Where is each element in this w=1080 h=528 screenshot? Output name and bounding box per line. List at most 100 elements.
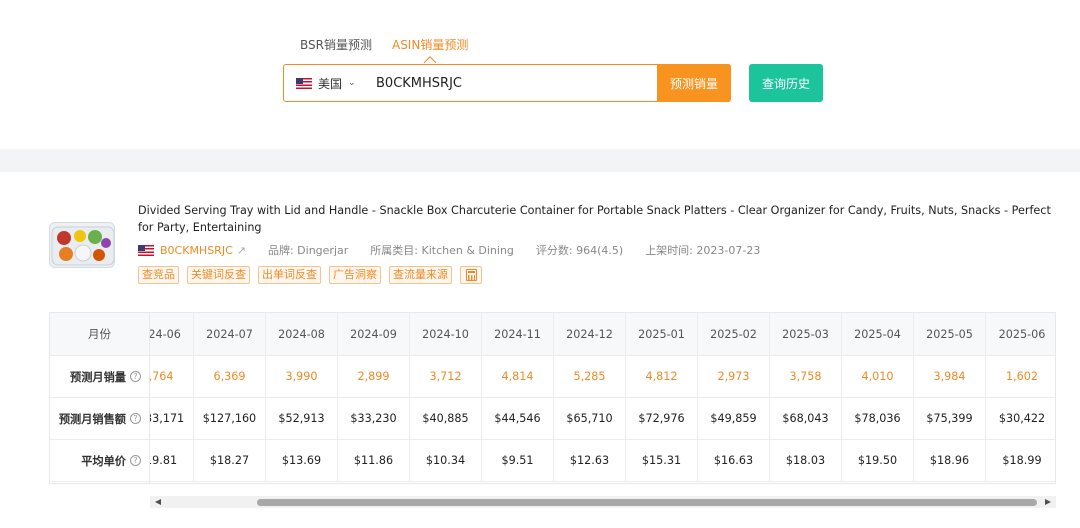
calculator-button[interactable] [460,266,482,284]
query-history-button[interactable]: 查询历史 [749,64,823,102]
month-cell: 2025-03 [770,313,841,356]
month-column: 2024-08 3,990 $52,913 $13.69 [266,313,338,482]
forecast-table: 月份 预测月销量? 预测月销售额? 平均单价? 2024-068,764$133… [49,312,1056,484]
scrollbar-thumb[interactable] [257,499,1037,506]
volume-cell: 5,285 [554,356,625,398]
help-icon[interactable]: ? [130,455,141,466]
revenue-cell: $44,546 [482,398,553,440]
volume-cell: 4,010 [842,356,913,398]
revenue-cell: $72,976 [626,398,697,440]
volume-cell: 6,369 [194,356,265,398]
month-cell: 2024-09 [338,313,409,356]
price-cell: $18.03 [770,440,841,482]
month-column: 2025-02 2,973 $49,859 $16.63 [698,313,770,482]
price-cell: $19.81 [150,440,193,482]
action-tags: 查竞品 关键词反查 出单词反查 广告洞察 查流量来源 [138,266,482,284]
predict-sales-button[interactable]: 预测销量 [657,64,731,102]
volume-cell: 4,812 [626,356,697,398]
revenue-cell: $30,422 [986,398,1055,440]
revenue-cell: $127,160 [194,398,265,440]
external-link-icon[interactable]: ↗ [237,244,246,257]
price-cell: $11.86 [338,440,409,482]
month-column: 2024-07 6,369 $127,160 $18.27 [194,313,266,482]
month-column: 2024-09 2,899 $33,230 $11.86 [338,313,410,482]
price-cell: $19.50 [842,440,913,482]
month-cell: 2025-04 [842,313,913,356]
scroll-left-icon[interactable] [155,499,161,505]
price-cell: $18.27 [194,440,265,482]
volume-cell: 8,764 [150,356,193,398]
month-cell: 2024-10 [410,313,481,356]
tag-competitors[interactable]: 查竞品 [138,266,179,284]
month-cell: 2024-12 [554,313,625,356]
asin-input[interactable] [376,75,656,91]
month-cell: 2024-11 [482,313,553,356]
table-columns: 2024-068,764$133,171$19.812024-076,369$1… [150,313,1055,482]
price-cell: $13.69 [266,440,337,482]
month-cell: 2024-08 [266,313,337,356]
horizontal-scrollbar[interactable] [150,496,1056,508]
price-cell: $16.63 [698,440,769,482]
tab-asin-forecast[interactable]: ASIN销量预测 [392,36,468,53]
row-label-revenue: 预测月销售额? [50,398,149,440]
volume-cell: 3,758 [770,356,841,398]
month-cell: 2025-06 [986,313,1055,356]
price-cell: $10.34 [410,440,481,482]
section-divider [0,149,1080,172]
revenue-cell: $65,710 [554,398,625,440]
month-column: 2025-05 3,984 $75,399 $18.96 [914,313,986,482]
month-column: 2025-01 4,812 $72,976 $15.31 [626,313,698,482]
price-cell: $15.31 [626,440,697,482]
revenue-cell: $75,399 [914,398,985,440]
listed-date-label: 上架时间: 2023-07-23 [645,244,761,257]
country-label: 美国 [318,76,343,91]
scroll-right-icon[interactable] [1045,499,1051,505]
volume-cell: 1,602 [986,356,1055,398]
rating-label: 评分数: 964(4.5) [535,244,624,257]
mode-tabs: BSR销量预测 ASIN销量预测 [300,36,468,53]
revenue-cell: $52,913 [266,398,337,440]
category-label: 所属类目: Kitchen & Dining [370,244,514,257]
row-header-column: 月份 预测月销量? 预测月销售额? 平均单价? [50,313,150,483]
help-icon[interactable]: ? [130,371,141,382]
revenue-cell: $78,036 [842,398,913,440]
revenue-cell: $33,230 [338,398,409,440]
month-cell: 2025-05 [914,313,985,356]
revenue-cell: $49,859 [698,398,769,440]
tag-traffic-source[interactable]: 查流量来源 [389,266,452,284]
price-cell: $18.99 [986,440,1055,482]
row-label-volume: 预测月销量? [50,356,149,398]
asin-link[interactable]: B0CKMHSRJC [160,244,233,257]
month-column: 2024-068,764$133,171$19.81 [150,313,194,482]
volume-cell: 3,990 [266,356,337,398]
product-meta: B0CKMHSRJC ↗ 品牌: Dingerjar 所属类目: Kitchen… [138,242,760,258]
tab-bsr-forecast[interactable]: BSR销量预测 [300,36,372,53]
volume-cell: 3,984 [914,356,985,398]
product-title[interactable]: Divided Serving Tray with Lid and Handle… [138,202,1058,236]
help-icon[interactable]: ? [130,413,141,424]
price-cell: $12.63 [554,440,625,482]
revenue-cell: $68,043 [770,398,841,440]
month-column: 2024-10 3,712 $40,885 $10.34 [410,313,482,482]
revenue-cell: $40,885 [410,398,481,440]
chevron-down-icon: ⌄ [348,78,356,88]
volume-cell: 2,973 [698,356,769,398]
revenue-cell: $133,171 [150,398,193,440]
tag-keyword-reverse[interactable]: 关键词反查 [187,266,250,284]
month-header: 月份 [50,313,149,356]
month-cell: 2025-02 [698,313,769,356]
brand-label: 品牌: Dingerjar [267,244,349,257]
volume-cell: 2,899 [338,356,409,398]
tag-order-keyword-reverse[interactable]: 出单词反查 [258,266,321,284]
us-flag-icon [296,77,312,89]
tag-ad-insight[interactable]: 广告洞察 [329,266,381,284]
price-cell: $18.96 [914,440,985,482]
country-select[interactable]: 美国 ⌄ [284,75,376,92]
month-column: 2025-04 4,010 $78,036 $19.50 [842,313,914,482]
product-image [49,222,115,268]
month-cell: 2025-01 [626,313,697,356]
month-column: 2025-03 3,758 $68,043 $18.03 [770,313,842,482]
month-column: 2025-06 1,602 $30,422 $18.99 [986,313,1055,482]
month-cell: 2024-06 [150,313,193,356]
table-scroll-area[interactable]: 2024-068,764$133,171$19.812024-076,369$1… [150,313,1055,483]
